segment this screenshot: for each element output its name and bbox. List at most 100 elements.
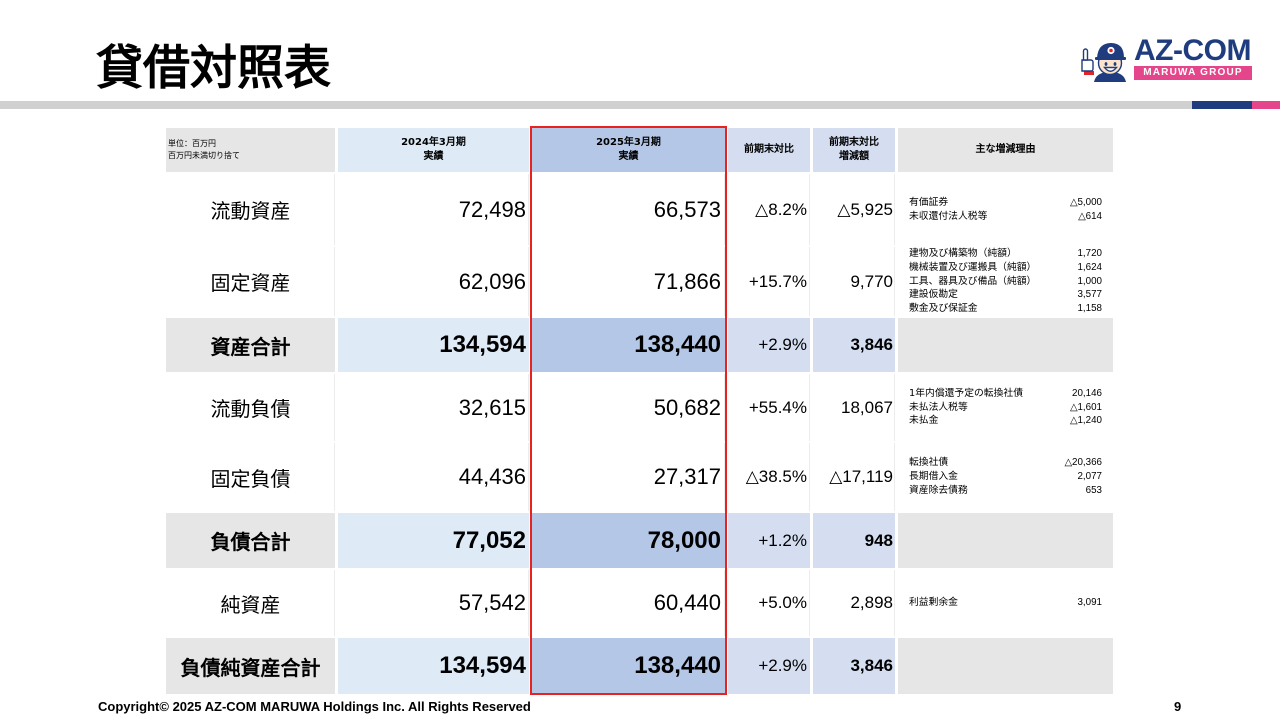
reason-item: 建設仮勘定 [909,289,958,301]
curr-value: 138,440 [532,318,725,372]
curr-value: 138,440 [532,638,725,694]
slide-title: 貸借対照表 [96,41,331,96]
row-label: 負債合計 [166,513,335,568]
reason-item: 未収還付法人税等 [909,210,988,222]
reason-cell: 建物及び構築物（純額） 1,720 機械装置及び運搬具（純額） 1,624 工具… [898,247,1113,316]
mascot-eye-left [1104,62,1108,66]
mascot-cap-brim [1095,57,1126,60]
header-rule-gray [0,101,1192,109]
ratio-value: +15.7% [728,247,810,316]
reason-cell [898,318,1113,372]
reason-amount: 20,146 [1072,387,1102,399]
curr-value: 50,682 [532,374,725,441]
reason-line: 建設仮勘定 3,577 [909,288,1102,302]
reason-amount: △614 [1078,210,1102,222]
prev-value: 57,542 [338,570,529,636]
reason-item: 敷金及び保証金 [909,303,978,315]
logo-group-banner: MARUWA GROUP [1134,66,1252,80]
reason-line: 1年内償還予定の転換社債 20,146 [909,387,1102,401]
curr-value: 27,317 [532,443,725,511]
reason-amount: 653 [1085,484,1102,496]
diff-value: 3,846 [813,318,895,372]
copyright-notice: Copyright© 2025 AZ-COM MARUWA Holdings I… [98,699,531,714]
prev-value: 62,096 [338,247,529,316]
reason-line: 未収還付法人税等 △614 [909,210,1102,224]
ratio-value: +2.9% [728,318,810,372]
column-header-ratio: 前期末対比 [728,128,810,172]
prev-value: 77,052 [338,513,529,568]
reason-cell [898,513,1113,568]
curr-value: 71,866 [532,247,725,316]
mascot-cap-badge-dot [1109,48,1113,53]
reason-amount: 3,091 [1077,597,1102,609]
reason-item: 有価証券 [909,196,949,208]
curr-value: 66,573 [532,174,725,245]
column-header-prev-period: 2024年3月期 [401,137,466,148]
curr-value: 60,440 [532,570,725,636]
column-header-curr-period: 2025年3月期 [596,137,661,148]
reason-amount: △1,240 [1069,415,1102,427]
ratio-value: +55.4% [728,374,810,441]
column-header-diff: 前期末対比 増減額 [813,128,895,172]
unit-line: 単位：百万円 [168,139,216,148]
prev-value: 134,594 [338,318,529,372]
reason-amount: 1,000 [1077,275,1102,287]
prev-value: 44,436 [338,443,529,511]
ratio-value: +1.2% [728,513,810,568]
row-label: 流動資産 [166,174,335,245]
ratio-value: +2.9% [728,638,810,694]
mascot-fist [1081,59,1094,72]
ratio-value: +5.0% [728,570,810,636]
diff-value: 3,846 [813,638,895,694]
reason-amount: △1,601 [1069,401,1102,413]
reason-item: 転換社債 [909,457,949,469]
unit-line: 百万円未満切り捨て [168,151,240,160]
reason-line: 未払法人税等 △1,601 [909,401,1102,415]
reason-item: 1年内償還予定の転換社債 [909,387,1023,399]
reason-line: 未払金 △1,240 [909,414,1102,428]
reason-line: 敷金及び保証金 1,158 [909,302,1102,316]
diff-value: 18,067 [813,374,895,441]
row-label: 固定負債 [166,443,335,511]
reason-item: 工具、器具及び備品（純額） [909,275,1037,287]
unit-note: 単位：百万円 百万円未満切り捨て [166,128,335,172]
diff-value: 948 [813,513,895,568]
reason-item: 機械装置及び運搬具（純額） [909,261,1037,273]
column-header-diff-line: 前期末対比 [829,137,879,148]
header-rule-navy [1192,101,1252,109]
mascot-thumb [1082,48,1089,61]
reason-amount: 1,624 [1077,261,1102,273]
column-header-curr: 2025年3月期 実績 [532,128,725,172]
reason-item: 建物及び構築物（純額） [909,248,1017,259]
reason-line: 建物及び構築物（純額） 1,720 [909,247,1102,261]
reason-cell: 転換社債 △20,366 長期借入金 2,077 資産除去債務 653 [898,443,1113,511]
logo-brand-text: AZ-COM [1134,34,1251,67]
reason-line: 有価証券 △5,000 [909,196,1102,210]
diff-value: 2,898 [813,570,895,636]
column-header-curr-sub: 実績 [618,151,639,162]
diff-value: 9,770 [813,247,895,316]
page-number: 9 [1174,699,1182,714]
row-label: 固定資産 [166,247,335,316]
mascot-eye-right [1113,62,1117,66]
column-header-diff-line: 増減額 [839,151,869,162]
column-header-reasons-label: 主な増減理由 [975,144,1036,155]
reason-amount: △20,366 [1064,457,1103,469]
ratio-value: △8.2% [728,174,810,245]
prev-value: 134,594 [338,638,529,694]
diff-value: △17,119 [813,443,895,511]
reason-amount: 2,077 [1077,471,1102,483]
reason-item: 未払金 [909,415,939,427]
reason-amount: 3,577 [1077,289,1102,301]
column-header-ratio-label: 前期末対比 [744,144,794,155]
reason-item: 利益剰余金 [909,597,958,609]
company-logo: AZ-COM MARUWA GROUP [1078,36,1254,84]
reason-line: 長期借入金 2,077 [909,470,1102,484]
reason-item: 資産除去債務 [909,484,968,496]
reason-cell [898,638,1113,694]
column-header-prev: 2024年3月期 実績 [338,128,529,172]
ratio-value: △38.5% [728,443,810,511]
reason-amount: 1,720 [1077,248,1102,259]
row-label: 負債純資産合計 [166,638,335,694]
diff-value: △5,925 [813,174,895,245]
